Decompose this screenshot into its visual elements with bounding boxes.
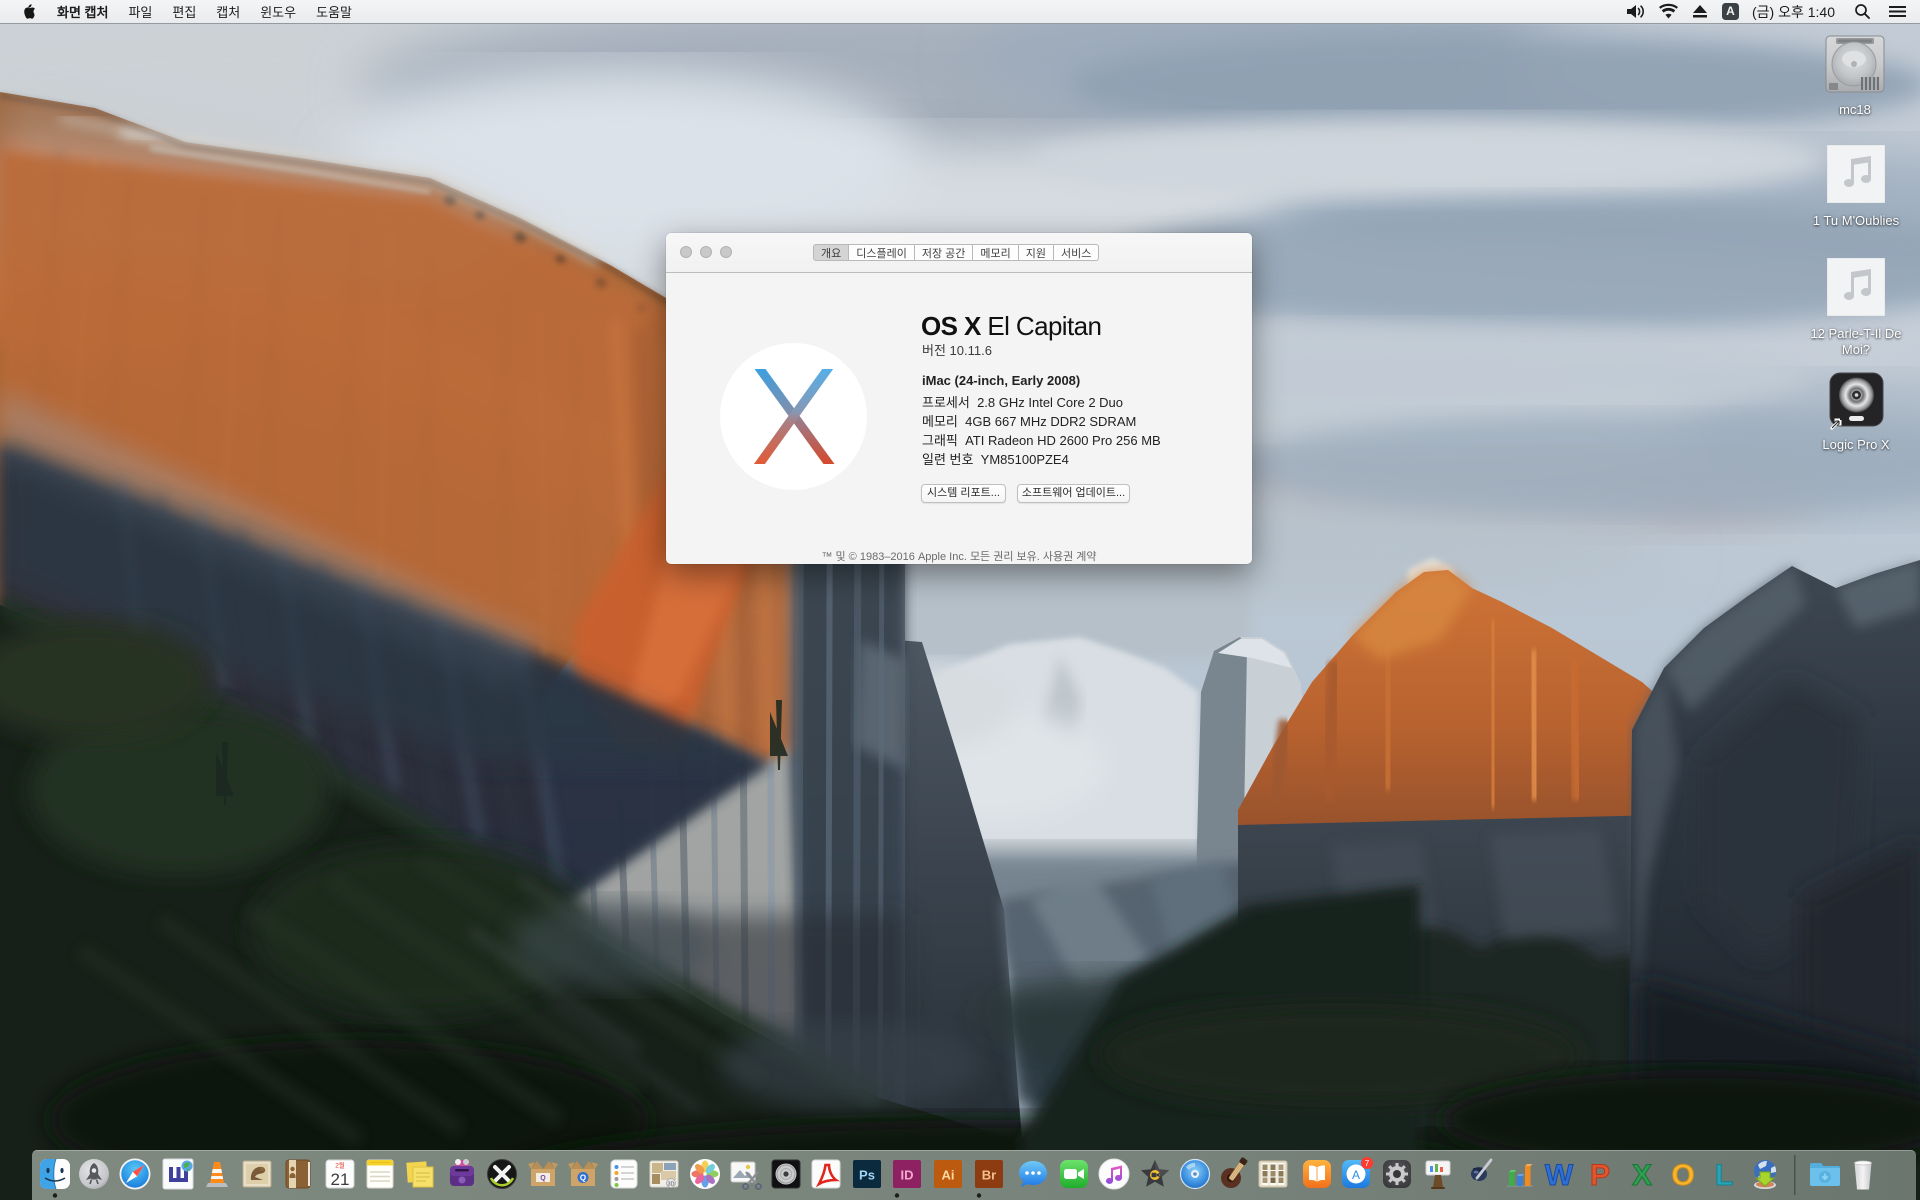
svg-text:Q: Q (580, 1174, 586, 1183)
svg-text:P: P (1590, 1159, 1610, 1192)
svg-text:ID: ID (901, 1168, 914, 1183)
svg-text:21: 21 (331, 1170, 350, 1189)
svg-text:Q: Q (540, 1175, 546, 1182)
svg-text:Br: Br (982, 1168, 996, 1183)
svg-text:A: A (1352, 1168, 1360, 1182)
svg-text:2월: 2월 (335, 1161, 345, 1170)
svg-text:L: L (1715, 1159, 1733, 1192)
svg-text:Ai: Ai (942, 1168, 955, 1183)
svg-text:3D: 3D (667, 1182, 674, 1188)
svg-text:7: 7 (1365, 1158, 1370, 1168)
svg-text:Ps: Ps (859, 1168, 875, 1183)
svg-text:W: W (1545, 1159, 1574, 1192)
svg-text:O: O (1671, 1159, 1694, 1192)
svg-text:X: X (1632, 1159, 1652, 1192)
